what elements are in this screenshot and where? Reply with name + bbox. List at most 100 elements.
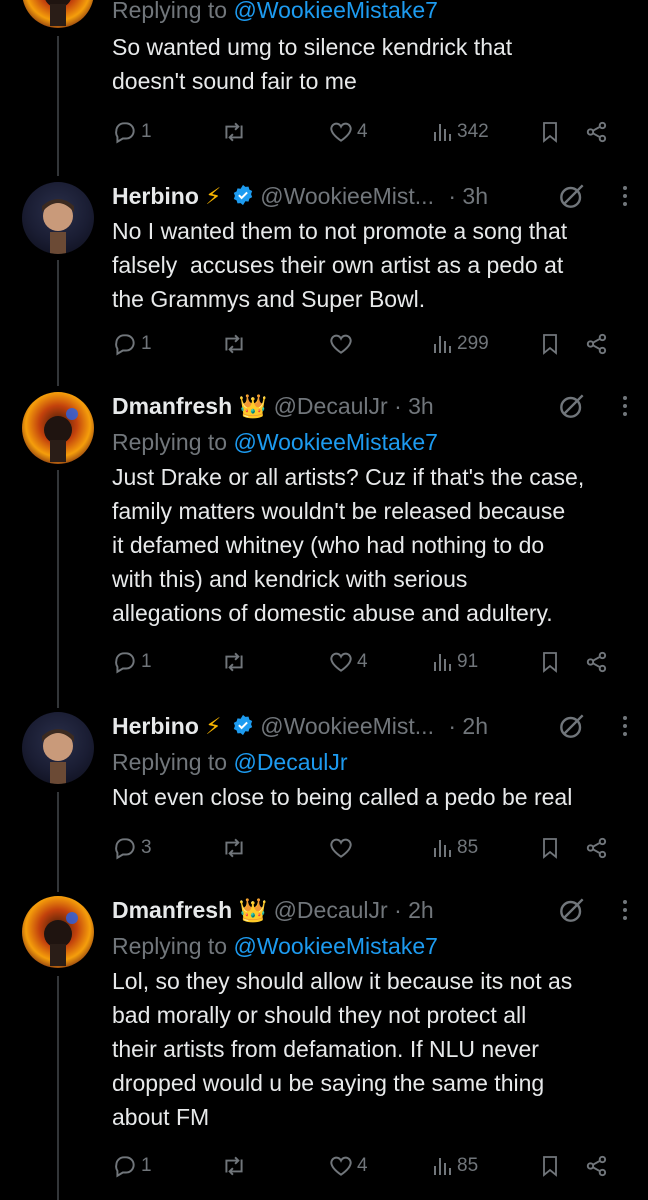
repost-icon xyxy=(225,122,243,142)
share-button[interactable] xyxy=(584,835,610,861)
heart-icon xyxy=(330,122,352,142)
like-button[interactable]: 4 xyxy=(328,1153,368,1179)
views-button[interactable]: 342 xyxy=(430,120,489,144)
repost-button[interactable] xyxy=(220,331,248,357)
bookmark-icon xyxy=(543,122,557,143)
grok-icon[interactable] xyxy=(556,710,588,742)
reply-handle-link[interactable]: @WookieeMistake7 xyxy=(233,933,437,959)
like-button[interactable]: 4 xyxy=(328,649,368,675)
avatar[interactable] xyxy=(22,392,94,464)
reply-handle-link[interactable]: @DecaulJr xyxy=(233,749,347,775)
display-name[interactable]: Dmanfresh xyxy=(112,897,232,923)
views-icon xyxy=(434,654,451,671)
thread-line xyxy=(57,792,59,892)
reply-icon xyxy=(115,122,135,144)
handle[interactable]: @WookieeMist... xyxy=(260,713,434,739)
bookmark-button[interactable] xyxy=(538,1153,562,1179)
bookmark-icon xyxy=(543,334,557,355)
reply-button[interactable]: 3 xyxy=(112,835,152,861)
handle[interactable]: @DecaulJr xyxy=(274,393,388,419)
thread-line xyxy=(57,470,59,708)
like-button[interactable] xyxy=(328,331,357,357)
bookmark-button[interactable] xyxy=(538,119,562,145)
views-button[interactable]: 299 xyxy=(430,332,489,356)
share-icon xyxy=(586,333,607,355)
views-icon xyxy=(434,336,451,353)
tweet-header: Dmanfresh 👑 @DecaulJr · 3h xyxy=(112,388,628,424)
timestamp[interactable]: · 2h xyxy=(448,713,488,739)
reply-icon xyxy=(115,1156,135,1178)
tweet-header: Dmanfresh 👑 @DecaulJr · 2h xyxy=(112,892,628,928)
grok-icon[interactable] xyxy=(556,180,588,212)
share-icon xyxy=(586,1155,607,1177)
grok-icon[interactable] xyxy=(556,390,588,422)
tweet-text: Lol, so they should allow it because its… xyxy=(112,968,573,1130)
reply-handle-link[interactable]: @WookieeMistake7 xyxy=(233,0,437,23)
tweet-actions: 1 4 91 xyxy=(112,642,628,682)
bookmark-icon xyxy=(543,1156,557,1177)
bookmark-button[interactable] xyxy=(538,835,562,861)
thread-line xyxy=(57,976,59,1200)
views-button[interactable]: 91 xyxy=(430,650,478,674)
tweet-actions: 1 299 xyxy=(112,324,628,364)
repost-button[interactable] xyxy=(220,835,248,861)
tweet-text: Not even close to being called a pedo be… xyxy=(112,784,573,810)
heart-icon xyxy=(330,334,352,354)
views-button[interactable]: 85 xyxy=(430,836,478,860)
share-button[interactable] xyxy=(584,1153,610,1179)
timestamp[interactable]: · 3h xyxy=(448,183,488,209)
like-button[interactable]: 4 xyxy=(328,119,368,145)
like-count: 4 xyxy=(357,1155,368,1176)
bookmark-icon xyxy=(543,838,557,859)
tweet-actions: 1 4 342 xyxy=(112,112,628,152)
grok-icon[interactable] xyxy=(556,894,588,926)
share-icon xyxy=(586,651,607,673)
view-count: 91 xyxy=(457,651,479,672)
timestamp[interactable]: · 3h xyxy=(394,393,434,419)
bookmark-button[interactable] xyxy=(538,331,562,357)
avatar[interactable] xyxy=(22,896,94,968)
avatar[interactable] xyxy=(22,0,94,28)
share-button[interactable] xyxy=(584,649,610,675)
replying-to: Replying to @WookieeMistake7 xyxy=(112,0,628,28)
display-name[interactable]: Dmanfresh xyxy=(112,393,232,419)
reply-button[interactable]: 1 xyxy=(112,331,152,357)
display-name[interactable]: Herbino xyxy=(112,713,199,739)
repost-icon xyxy=(225,652,243,672)
heart-icon xyxy=(330,1156,352,1176)
views-icon xyxy=(434,124,451,141)
repost-button[interactable] xyxy=(220,1153,248,1179)
tweet-header: Herbino ⚡ @WookieeMist... · 2h xyxy=(112,708,628,744)
views-button[interactable]: 85 xyxy=(430,1154,478,1178)
avatar[interactable] xyxy=(22,182,94,254)
repost-button[interactable] xyxy=(220,649,248,675)
replying-to: Replying to @DecaulJr xyxy=(112,749,348,775)
more-icon[interactable] xyxy=(622,715,628,737)
handle[interactable]: @WookieeMist... xyxy=(260,183,434,209)
repost-button[interactable] xyxy=(220,119,248,145)
handle[interactable]: @DecaulJr xyxy=(274,897,388,923)
name-emoji: 👑 xyxy=(238,393,268,419)
view-count: 342 xyxy=(457,121,489,142)
more-icon[interactable] xyxy=(622,899,628,921)
timestamp[interactable]: · 2h xyxy=(394,897,434,923)
bookmark-button[interactable] xyxy=(538,649,562,675)
reply-handle-link[interactable]: @WookieeMistake7 xyxy=(233,429,437,455)
like-button[interactable] xyxy=(328,835,357,861)
reply-button[interactable]: 1 xyxy=(112,119,152,145)
share-button[interactable] xyxy=(584,331,610,357)
share-button[interactable] xyxy=(584,119,610,145)
views-icon xyxy=(434,1158,451,1175)
avatar[interactable] xyxy=(22,712,94,784)
reply-count: 1 xyxy=(141,121,152,142)
more-icon[interactable] xyxy=(622,395,628,417)
replying-to: Replying to @WookieeMistake7 xyxy=(112,429,438,455)
reply-button[interactable]: 1 xyxy=(112,649,152,675)
reply-count: 1 xyxy=(141,651,152,672)
view-count: 85 xyxy=(457,1155,479,1176)
more-icon[interactable] xyxy=(622,185,628,207)
reply-button[interactable]: 1 xyxy=(112,1153,152,1179)
view-count: 299 xyxy=(457,333,489,354)
display-name[interactable]: Herbino xyxy=(112,183,199,209)
name-emoji: ⚡ xyxy=(205,183,222,209)
